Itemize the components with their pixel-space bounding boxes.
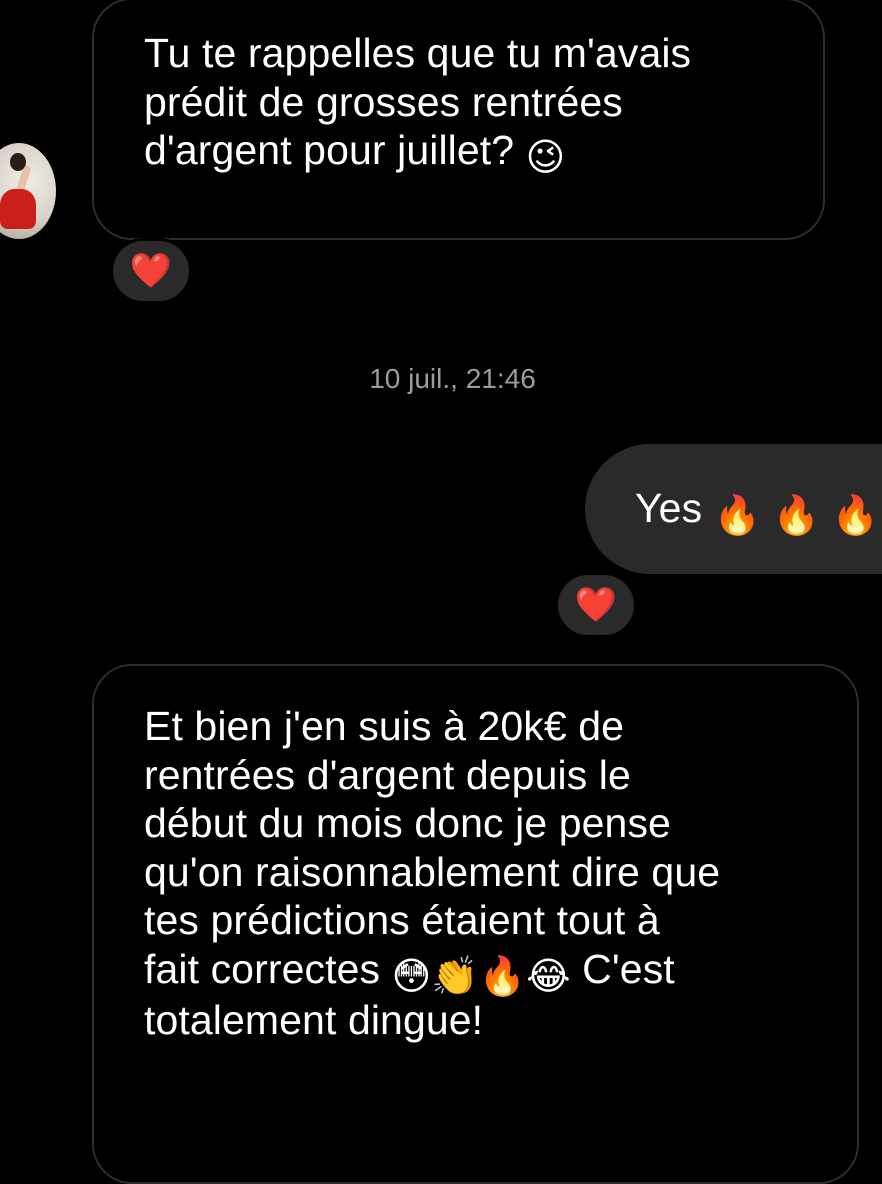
message-line: qu'on raisonnablement dire que — [144, 848, 721, 895]
clapping-hands-emoji-icon: 👏 — [431, 953, 479, 998]
fire-emoji-icon: 🔥 — [772, 493, 821, 537]
incoming-message-bubble[interactable]: Tu te rappelles que tu m'avais prédit de… — [92, 0, 825, 240]
laughing-tears-emoji-icon: 😂 — [526, 953, 571, 998]
fire-emoji-icon: 🔥 — [831, 493, 879, 537]
heart-icon: ❤️ — [574, 585, 618, 625]
message-line: prédit de grosses rentrées — [144, 78, 623, 125]
message-line: Et bien j'en suis à 20k€ de — [144, 703, 625, 749]
incoming-message-bubble[interactable]: Et bien j'en suis à 20k€ de rentrées d'a… — [92, 664, 859, 1184]
fire-emoji-icon: 🔥 — [478, 953, 527, 998]
message-line: d'argent pour juillet? 😉 — [144, 126, 783, 177]
message-line-text: C'est — [582, 945, 675, 992]
message-line: fait correctes 😳👏🔥😂 C'est — [144, 945, 817, 996]
message-timestamp: 10 juil., 21:46 — [369, 363, 536, 394]
avatar-head — [10, 153, 26, 171]
heart-reaction[interactable]: ❤️ — [110, 238, 192, 304]
fire-emoji-icon: 🔥 — [713, 493, 762, 537]
message-text: Yes — [635, 485, 703, 531]
message-line-text: fait correctes — [144, 945, 381, 992]
heart-reaction[interactable]: ❤️ — [555, 572, 637, 638]
message-line: début du mois donc je pense — [144, 800, 671, 846]
message-line: totalement dingue! — [144, 996, 484, 1043]
flushed-face-emoji-icon: 😳 — [391, 953, 432, 998]
message-line: tes prédictions étaient tout à — [144, 897, 660, 943]
message-line: Tu te rappelles que tu m'avais — [144, 30, 692, 76]
heart-icon: ❤️ — [129, 251, 173, 291]
message-line: rentrées d'argent depuis le — [144, 751, 631, 798]
contact-avatar[interactable] — [0, 143, 56, 239]
message-line-text: d'argent pour juillet? — [144, 127, 515, 173]
outgoing-message-bubble[interactable]: Yes 🔥 🔥 🔥 — [585, 444, 882, 574]
winking-face-emoji-icon: 😉 — [525, 135, 566, 179]
avatar-body — [0, 189, 36, 229]
